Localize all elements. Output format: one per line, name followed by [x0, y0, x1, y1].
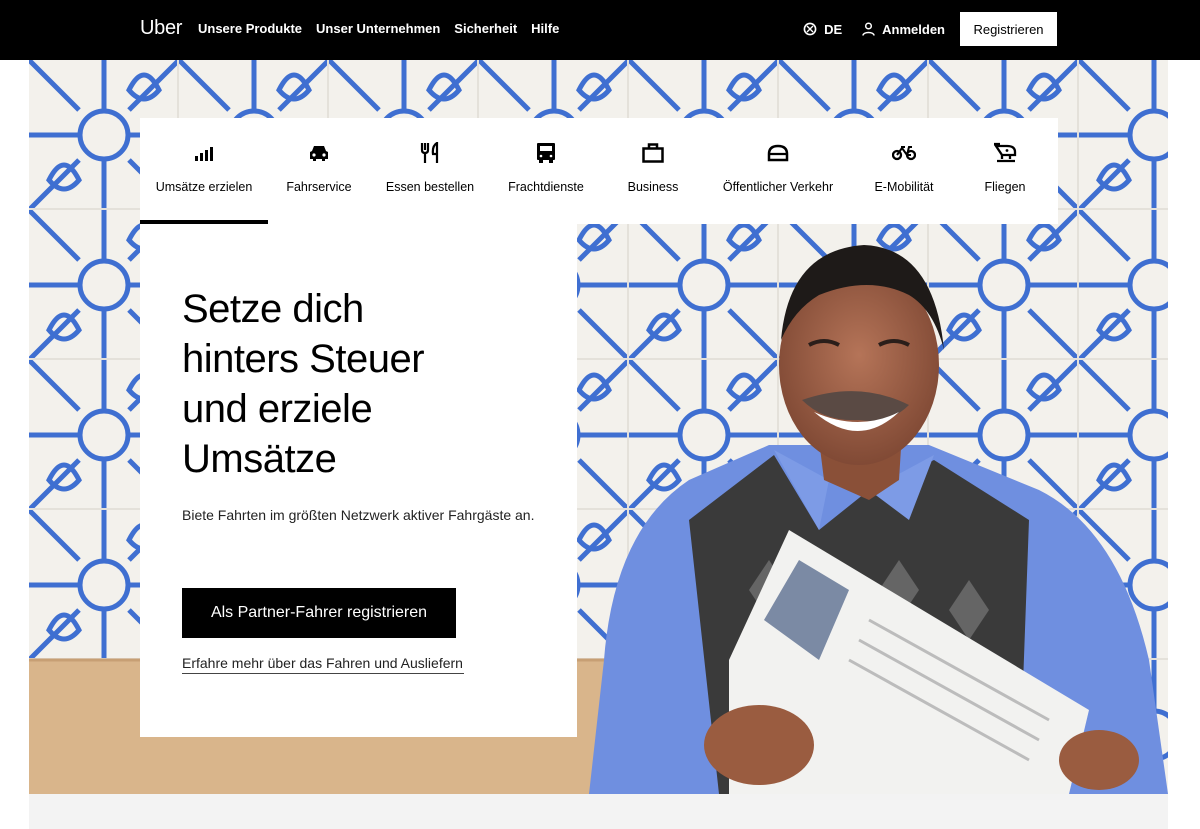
tab-flights[interactable]: Fliegen [956, 118, 1054, 224]
hero-subtitle: Biete Fahrten im größten Netzwerk aktive… [182, 507, 535, 523]
driver-signup-button[interactable]: Als Partner-Fahrer registrieren [182, 588, 456, 638]
top-navigation-bar: Uber Unsere Produkte Unser Unternehmen S… [0, 0, 1200, 60]
tab-transit-label: Öffentlicher Verkehr [722, 180, 834, 194]
main-nav: Unsere Produkte Unser Unternehmen Sicher… [198, 21, 559, 36]
login-label: Anmelden [882, 21, 945, 37]
hero-card: Setze dich hinters Steuer und erziele Um… [140, 224, 577, 737]
headline-line-2: hinters Steuer [182, 337, 425, 381]
tab-flights-label: Fliegen [984, 180, 1026, 194]
uber-logo[interactable]: Uber [140, 17, 182, 40]
headline-line-1: Setze dich [182, 287, 364, 331]
tab-earn[interactable]: Umsätze erzielen [140, 118, 268, 224]
tab-rides[interactable]: Fahrservice [268, 118, 370, 224]
car-icon [306, 140, 332, 166]
fork-knife-icon [417, 140, 443, 166]
tab-emobility[interactable]: E-Mobilität [852, 118, 956, 224]
tab-food-label: Essen bestellen [385, 180, 475, 194]
nav-link-products[interactable]: Unsere Produkte [198, 21, 302, 36]
briefcase-icon [640, 140, 666, 166]
tab-freight-label: Frachtdienste [508, 180, 584, 194]
tab-food[interactable]: Essen bestellen [370, 118, 490, 224]
plane-icon [992, 140, 1018, 166]
headline-line-3: und erziele [182, 387, 373, 431]
tab-business-label: Business [627, 180, 679, 194]
tab-emobility-label: E-Mobilität [874, 180, 934, 194]
register-button[interactable]: Registrieren [960, 12, 1057, 46]
bike-icon [891, 140, 917, 166]
tab-business[interactable]: Business [602, 118, 704, 224]
tab-freight[interactable]: Frachtdienste [490, 118, 602, 224]
nav-link-company[interactable]: Unser Unternehmen [316, 21, 440, 36]
truck-icon [533, 140, 559, 166]
globe-icon [803, 22, 817, 36]
nav-link-safety[interactable]: Sicherheit [454, 21, 517, 36]
tab-rides-label: Fahrservice [286, 180, 352, 194]
hero-headline: Setze dich hinters Steuer und erziele Um… [182, 284, 512, 484]
tab-earn-label: Umsätze erzielen [155, 180, 253, 194]
bar-chart-icon [191, 140, 217, 166]
learn-more-link[interactable]: Erfahre mehr über das Fahren und Auslief… [182, 655, 464, 674]
language-label: DE [824, 21, 843, 37]
below-hero-strip [29, 794, 1168, 829]
login-link[interactable]: Anmelden [862, 22, 945, 37]
headline-line-4: Umsätze [182, 437, 337, 481]
tab-transit[interactable]: Öffentlicher Verkehr [704, 118, 852, 224]
nav-link-help[interactable]: Hilfe [531, 21, 559, 36]
header-actions: DE Anmelden Registrieren [803, 12, 1057, 46]
language-selector[interactable]: DE [803, 22, 842, 37]
transit-icon [765, 140, 791, 166]
product-tabs: Umsätze erzielen Fahrservice Essen beste… [140, 118, 1058, 224]
user-icon [862, 22, 875, 36]
